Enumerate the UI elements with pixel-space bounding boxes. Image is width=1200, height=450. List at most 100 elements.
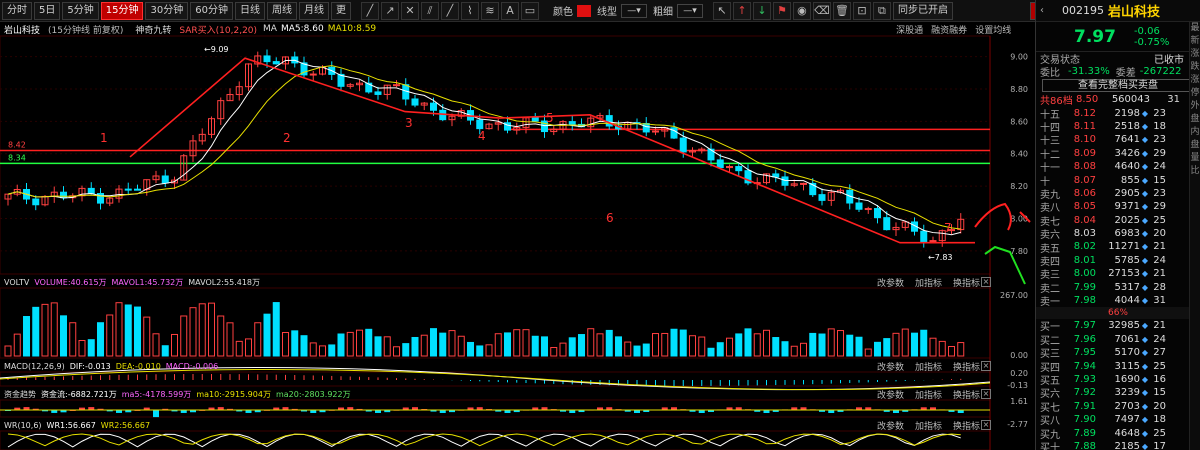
- thickness-select[interactable]: —▾: [676, 3, 703, 18]
- bid-level-row[interactable]: 买八 7.90 7497 ◆ 18: [1036, 413, 1200, 427]
- arrow-down-icon[interactable]: ↓: [752, 1, 771, 20]
- sync-button[interactable]: 同步已开启: [892, 1, 953, 20]
- macd-panel-header: MACD(12,26,9) DIF:-0.013 DEA:-0.010 MACD…: [0, 360, 1035, 372]
- ask-level-row[interactable]: 十三 8.10 7641 ◆ 23: [1036, 133, 1200, 147]
- level-count: 23: [1153, 187, 1166, 199]
- ask-level-row[interactable]: 卖二 7.99 5317 ◆ 28: [1036, 280, 1200, 295]
- bid-level-row[interactable]: 买六 7.92 3239 ◆ 15: [1036, 386, 1200, 400]
- mavol1-value: MAVOL1:45.732万: [111, 277, 184, 287]
- level-price: 7.89: [1073, 427, 1096, 439]
- link-hk-connect[interactable]: 深股通: [896, 23, 923, 36]
- wave-number-label: 7: [944, 221, 952, 235]
- bid-level-row[interactable]: 买九 7.89 4648 ◆ 25: [1036, 426, 1200, 441]
- fund-add-indicator-button[interactable]: 加指标: [915, 388, 942, 401]
- vol-close-icon[interactable]: ×: [981, 277, 991, 287]
- level-count: 21: [1153, 320, 1166, 332]
- ask-level-row[interactable]: 卖六 8.03 6983 ◆ 20: [1036, 227, 1200, 241]
- period-tab[interactable]: 周线: [266, 1, 297, 20]
- ray-draw-icon[interactable]: ↗: [380, 1, 399, 20]
- ask-level-row[interactable]: 卖八 8.05 9371 ◆ 29: [1036, 200, 1200, 214]
- macd-dea-line: [0, 369, 991, 391]
- color-swatch[interactable]: [576, 4, 591, 17]
- flag-icon[interactable]: ⚑: [772, 1, 791, 20]
- period-tab[interactable]: 30分钟: [145, 1, 189, 20]
- signal-sar[interactable]: SAR买入(10,2,20): [179, 23, 257, 36]
- text-draw-icon[interactable]: A: [500, 1, 519, 20]
- line-draw-icon[interactable]: ╱: [360, 1, 379, 20]
- period-tab[interactable]: 60分钟: [190, 1, 233, 20]
- level-count: 25: [1153, 360, 1166, 372]
- wr-add-indicator-button[interactable]: 加指标: [915, 419, 942, 432]
- ask-level-row[interactable]: 十五 8.12 2198 ◆ 23: [1036, 106, 1200, 121]
- cross-icon[interactable]: ✕: [400, 1, 419, 20]
- ask-level-row[interactable]: 卖九 8.06 2905 ◆ 23: [1036, 187, 1200, 201]
- macd-dea-value: DEA:-0.010: [115, 361, 161, 371]
- bid-level-row[interactable]: 买一 7.97 32985 ◆ 21: [1036, 319, 1200, 333]
- ask-level-row[interactable]: 卖三 8.00 27153 ◆ 21: [1036, 267, 1200, 281]
- period-tab[interactable]: 月线: [298, 1, 329, 20]
- fund-close-icon[interactable]: ×: [981, 389, 991, 399]
- parallel-draw-icon[interactable]: ╱: [440, 1, 459, 20]
- back-icon[interactable]: ‹: [1040, 5, 1044, 16]
- wr-params-button[interactable]: 改参数: [877, 419, 904, 432]
- ask-level-row[interactable]: 卖一 7.98 4044 ◆ 31: [1036, 294, 1200, 308]
- side-tab-strip[interactable]: 最新涨跌涨停外盘内盘量比: [1189, 22, 1200, 450]
- total-levels-price: 8.50: [1076, 94, 1099, 106]
- wr-close-icon[interactable]: ×: [981, 420, 991, 430]
- channel-draw-icon[interactable]: ⫽: [420, 1, 439, 20]
- macd-add-indicator-button[interactable]: 加指标: [915, 360, 942, 373]
- signal-nine-turn[interactable]: 神奇九转: [135, 23, 171, 36]
- arrow-up-icon[interactable]: ↑: [732, 1, 751, 20]
- fan-draw-icon[interactable]: ≋: [480, 1, 499, 20]
- link-ma-settings[interactable]: 设置均线: [975, 23, 1011, 36]
- ask-level-row[interactable]: 十四 8.11 2518 ◆ 18: [1036, 120, 1200, 134]
- link-margin[interactable]: 融资融券: [931, 23, 967, 36]
- period-tab[interactable]: 15分钟: [100, 1, 144, 20]
- bid-level-row[interactable]: 买五 7.93 1690 ◆ 16: [1036, 373, 1200, 387]
- macd-switch-indicator-button[interactable]: 换指标: [953, 360, 980, 373]
- candle-body: [476, 119, 484, 130]
- mid-ratio-bar: 66%: [1036, 307, 1200, 320]
- bid-level-row[interactable]: 买二 7.96 7061 ◆ 24: [1036, 333, 1200, 347]
- lock-icon[interactable]: ⊡: [852, 1, 871, 20]
- ask-level-row[interactable]: 卖五 8.02 11271 ◆ 21: [1036, 240, 1200, 254]
- full-order-book-button[interactable]: 查看完整档买卖盘: [1042, 79, 1194, 92]
- chart-canvas[interactable]: 9.00 8.80 8.60 8.40 8.20 8.00 7.80 8.42 8.34 ←9.0…: [0, 22, 1035, 450]
- high-price-label: ←9.09: [204, 45, 229, 54]
- vol-switch-indicator-button[interactable]: 换指标: [953, 276, 980, 289]
- rect-draw-icon[interactable]: ▭: [520, 1, 539, 20]
- ask-level-row[interactable]: 卖七 8.04 2025 ◆ 25: [1036, 214, 1200, 228]
- period-tab[interactable]: 5日: [34, 1, 61, 20]
- ask-level-row[interactable]: 十 8.07 855 ◆ 15: [1036, 173, 1200, 188]
- volume-bar: [670, 328, 678, 357]
- macd-params-button[interactable]: 改参数: [877, 360, 904, 373]
- vol-params-button[interactable]: 改参数: [877, 276, 904, 289]
- erase-icon[interactable]: ⌫: [812, 1, 831, 20]
- fund-params-button[interactable]: 改参数: [877, 388, 904, 401]
- wr-switch-indicator-button[interactable]: 换指标: [953, 419, 980, 432]
- level-marker-icon: ◆: [1141, 375, 1149, 384]
- period-tab[interactable]: 5分钟: [62, 1, 99, 20]
- main-chart-header: 岩山科技 (15分钟线 前复权) 神奇九转 SAR买入(10,2,20) MA …: [0, 22, 1035, 36]
- chart-area[interactable]: 9.00 8.80 8.60 8.40 8.20 8.00 7.80 8.42 8.34 ←9.0…: [0, 22, 1035, 450]
- ask-level-row[interactable]: 十一 8.08 4640 ◆ 24: [1036, 160, 1200, 174]
- volume-bar: [263, 313, 271, 357]
- bid-level-row[interactable]: 买十 7.88 2185 ◆ 17: [1036, 440, 1200, 450]
- cursor-icon[interactable]: ↖: [712, 1, 731, 20]
- delete-icon[interactable]: 🗑: [832, 1, 851, 20]
- bid-level-row[interactable]: 买三 7.95 5170 ◆ 27: [1036, 346, 1200, 360]
- bid-level-row[interactable]: 买七 7.91 2703 ◆ 20: [1036, 400, 1200, 414]
- ask-level-row[interactable]: 十二 8.09 3426 ◆ 29: [1036, 147, 1200, 161]
- ask-level-row[interactable]: 卖四 8.01 5785 ◆ 24: [1036, 254, 1200, 268]
- vol-add-indicator-button[interactable]: 加指标: [915, 276, 942, 289]
- macd-close-icon[interactable]: ×: [981, 361, 991, 371]
- eye-icon[interactable]: ◉: [792, 1, 811, 20]
- wave-draw-icon[interactable]: ⌇: [460, 1, 479, 20]
- period-tab[interactable]: 分时: [2, 1, 32, 20]
- copy-icon[interactable]: ⧉: [872, 1, 891, 20]
- fund-switch-indicator-button[interactable]: 换指标: [953, 388, 980, 401]
- bid-level-row[interactable]: 买四 7.94 3115 ◆ 25: [1036, 359, 1200, 374]
- line-type-select[interactable]: —▾: [620, 3, 647, 18]
- period-tab[interactable]: 日线: [234, 1, 265, 20]
- more-periods-button[interactable]: 更: [330, 1, 351, 20]
